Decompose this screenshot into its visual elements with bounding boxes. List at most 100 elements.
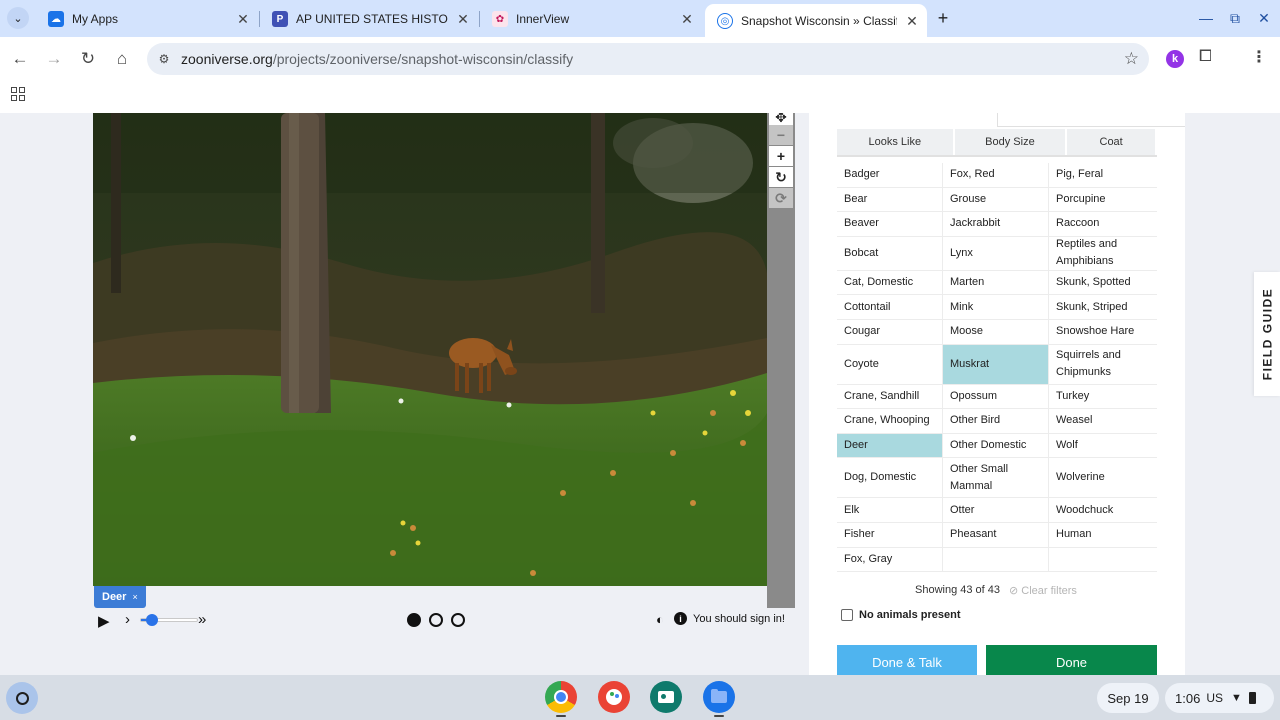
url-text[interactable]: zooniverse.org/projects/zooniverse/snaps… <box>181 51 573 67</box>
extension-k-icon[interactable]: k <box>1166 50 1184 68</box>
species-crane-whooping[interactable]: Crane, Whooping <box>837 409 943 433</box>
species-moose[interactable]: Moose <box>943 319 1049 344</box>
address-bar[interactable]: ⚙ zooniverse.org/projects/zooniverse/sna… <box>147 43 1149 75</box>
species-wolverine[interactable]: Wolverine <box>1049 458 1157 497</box>
frame-dot-2[interactable] <box>429 613 443 627</box>
species-badger[interactable]: Badger <box>837 163 943 187</box>
close-icon[interactable]: ✕ <box>234 10 252 28</box>
filter-tab-body-size[interactable]: Body Size <box>954 129 1066 155</box>
species-fisher[interactable]: Fisher <box>837 522 943 547</box>
canvas-app-icon[interactable] <box>598 681 630 713</box>
species-woodchuck[interactable]: Woodchuck <box>1049 498 1157 522</box>
species-other-domestic[interactable]: Other Domestic <box>943 433 1049 458</box>
play-button[interactable]: ▶ <box>98 612 110 630</box>
close-icon[interactable]: ✕ <box>678 10 696 28</box>
species-otter[interactable]: Otter <box>943 498 1049 522</box>
species-skunk-striped[interactable]: Skunk, Striped <box>1049 295 1157 319</box>
tab-snapshot-wisconsin[interactable]: ◎ Snapshot Wisconsin » Classify ✕ <box>705 4 927 38</box>
species-weasel[interactable]: Weasel <box>1049 409 1157 433</box>
home-button[interactable]: ⌂ <box>110 47 134 71</box>
launcher-button[interactable] <box>6 682 38 714</box>
species-pheasant[interactable]: Pheasant <box>943 522 1049 547</box>
species-squirrels-and-chipmunks[interactable]: Squirrels and Chipmunks <box>1049 345 1157 384</box>
tab-ap-history[interactable]: P AP UNITED STATES HISTORY A ✕ <box>260 4 478 34</box>
browser-menu-icon[interactable]: ⋮ <box>1251 47 1267 67</box>
info-icon[interactable]: i <box>674 612 687 625</box>
reload-button[interactable]: ↻ <box>76 47 100 71</box>
species-porcupine[interactable]: Porcupine <box>1049 188 1157 212</box>
restore-button[interactable]: ⧉ <box>1225 8 1245 28</box>
frame-dot-1[interactable] <box>407 613 421 627</box>
frame-dot-3[interactable] <box>451 613 465 627</box>
species-wolf[interactable]: Wolf <box>1049 434 1157 458</box>
system-tray[interactable]: 1:06 US ▼ <box>1165 683 1274 713</box>
tab-search-button[interactable]: ⌄ <box>7 7 29 29</box>
close-window-button[interactable]: ✕ <box>1254 8 1274 28</box>
close-icon[interactable]: × <box>132 592 137 602</box>
species-fox-gray[interactable]: Fox, Gray <box>837 547 943 572</box>
species-muskrat[interactable]: Muskrat <box>943 344 1049 384</box>
species-coyote[interactable]: Coyote <box>837 344 943 384</box>
minimize-button[interactable]: — <box>1196 8 1216 28</box>
species-elk[interactable]: Elk <box>837 498 943 522</box>
close-icon[interactable]: ✕ <box>903 12 921 30</box>
clear-filters-button[interactable]: ⊘ Clear filters <box>1009 584 1077 597</box>
date-indicator[interactable]: Sep 19 <box>1097 683 1159 713</box>
checkbox[interactable] <box>841 609 853 621</box>
field-guide-tab[interactable]: FIELD GUIDE <box>1254 272 1280 396</box>
done-button[interactable]: Done <box>986 645 1157 675</box>
site-settings-icon[interactable]: ⚙ <box>155 50 173 68</box>
filter-tab-coat[interactable]: Coat <box>1067 129 1155 155</box>
rotate-button[interactable]: ↻ <box>769 167 793 187</box>
tab-my-apps[interactable]: ☁ My Apps ✕ <box>36 4 258 34</box>
close-icon[interactable]: ✕ <box>454 10 472 28</box>
fast-forward-button[interactable]: » <box>198 611 206 628</box>
forward-button[interactable]: → <box>42 47 66 71</box>
bookmark-star-icon[interactable]: ☆ <box>1124 49 1139 69</box>
species-snowshoe-hare[interactable]: Snowshoe Hare <box>1049 320 1157 344</box>
classroom-app-icon[interactable] <box>650 681 682 713</box>
new-tab-button[interactable]: + <box>933 8 953 28</box>
species-reptiles-and-amphibians[interactable]: Reptiles and Amphibians <box>1049 237 1157 270</box>
reset-button[interactable]: ⟳ <box>769 188 793 208</box>
species-cat-domestic[interactable]: Cat, Domestic <box>837 270 943 295</box>
files-app-icon[interactable] <box>703 681 735 713</box>
species-pig-feral[interactable]: Pig, Feral <box>1049 163 1157 187</box>
species-bobcat[interactable]: Bobcat <box>837 236 943 270</box>
species-skunk-spotted[interactable]: Skunk, Spotted <box>1049 271 1157 295</box>
species-other-bird[interactable]: Other Bird <box>943 409 1049 433</box>
extensions-puzzle-icon[interactable]: ⧠ <box>1199 48 1212 66</box>
species-human[interactable]: Human <box>1049 523 1157 547</box>
chrome-app-icon[interactable] <box>545 681 577 713</box>
no-animals-checkbox[interactable]: No animals present <box>841 609 960 621</box>
species-lynx[interactable]: Lynx <box>943 236 1049 270</box>
species-bear[interactable]: Bear <box>837 187 943 212</box>
species-raccoon[interactable]: Raccoon <box>1049 212 1157 236</box>
contrast-icon[interactable]: ◐ <box>656 612 664 627</box>
species-cottontail[interactable]: Cottontail <box>837 295 943 319</box>
species-other-small-mammal[interactable]: Other Small Mammal <box>943 458 1049 498</box>
subject-tag-deer[interactable]: Deer × <box>94 586 146 608</box>
zoom-in-button[interactable]: + <box>769 146 793 166</box>
playback-slider-knob[interactable] <box>145 614 158 626</box>
playback-slider[interactable] <box>140 614 198 626</box>
species-deer[interactable]: Deer <box>837 433 943 458</box>
species-marten[interactable]: Marten <box>943 270 1049 295</box>
zoom-out-button[interactable]: − <box>769 125 793 145</box>
species-beaver[interactable]: Beaver <box>837 212 943 236</box>
done-and-talk-button[interactable]: Done & Talk <box>837 645 977 675</box>
species-crane-sandhill[interactable]: Crane, Sandhill <box>837 384 943 409</box>
tab-innerview[interactable]: ✿ InnerView ✕ <box>480 4 702 34</box>
species-fox-red[interactable]: Fox, Red <box>943 163 1049 187</box>
species-cougar[interactable]: Cougar <box>837 319 943 344</box>
species-opossum[interactable]: Opossum <box>943 384 1049 409</box>
step-forward-button[interactable]: › <box>125 611 130 628</box>
species-turkey[interactable]: Turkey <box>1049 385 1157 409</box>
species-mink[interactable]: Mink <box>943 295 1049 319</box>
subject-image[interactable] <box>93 113 767 586</box>
species-grouse[interactable]: Grouse <box>943 187 1049 212</box>
back-button[interactable]: ← <box>8 47 32 71</box>
apps-grid-icon[interactable] <box>11 87 25 101</box>
filter-tab-looks-like[interactable]: Looks Like <box>837 129 953 155</box>
species-dog-domestic[interactable]: Dog, Domestic <box>837 458 943 498</box>
